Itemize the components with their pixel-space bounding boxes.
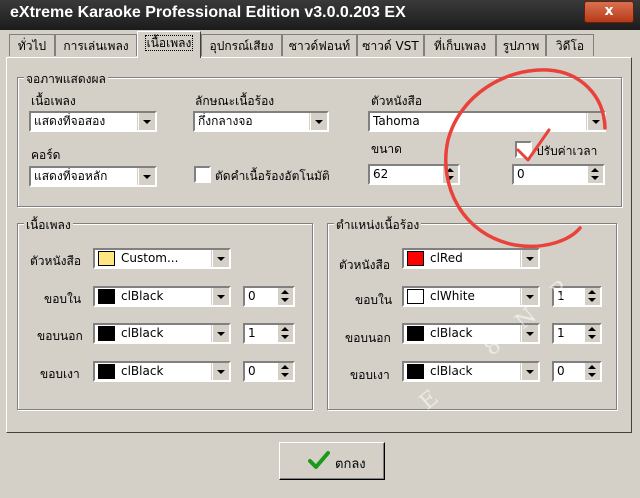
tab-label: เนื้อเพลง (144, 35, 194, 51)
red-annotation-circle (444, 68, 607, 249)
tab-lyrics[interactable]: เนื้อเพลง (137, 31, 201, 58)
